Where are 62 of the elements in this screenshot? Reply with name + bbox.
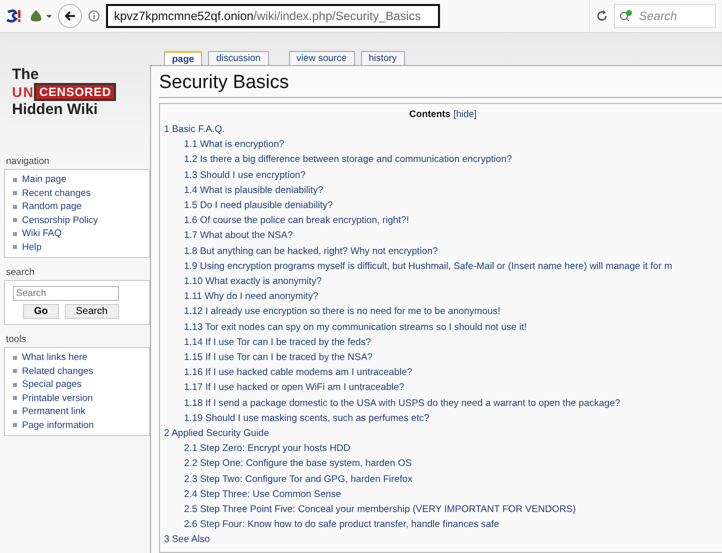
- search-button[interactable]: Search: [64, 304, 119, 319]
- sidebar-link[interactable]: Main page: [13, 173, 149, 186]
- toc-link[interactable]: 2.4 Step Three: Use Common Sense: [164, 486, 722, 502]
- sidebar-link[interactable]: Related changes: [13, 364, 149, 378]
- search-field[interactable]: Search: [614, 4, 716, 28]
- toc-link[interactable]: 1.8 But anything can be hacked, right? Why not encryption?: [164, 244, 722, 259]
- toc-link[interactable]: 2.5 Step Three Point Five: Conceal your membership (VERY IMPORTANT FOR VENDORS): [164, 502, 722, 518]
- page-tab[interactable]: history: [360, 51, 405, 65]
- toc-link[interactable]: 1.1 What is encryption?: [164, 137, 722, 152]
- toc-link[interactable]: 1.15 If I use Tor can I be traced by the NSA?: [164, 350, 722, 366]
- toc-link[interactable]: 1.18 If I send a package domestic to the USA with USPS do they need a warrant to open the package?: [164, 396, 722, 411]
- toc-link[interactable]: 2 Applied Security Guide: [164, 426, 722, 442]
- toc-link[interactable]: 1.19 Should I use masking scents, such as perfumes etc?: [164, 410, 722, 426]
- info-icon[interactable]: [88, 10, 100, 22]
- sidebar-link[interactable]: Help: [13, 240, 149, 254]
- toc-link[interactable]: 1.4 What is plausible deniability?: [164, 182, 722, 198]
- portal-heading: search: [6, 267, 36, 278]
- toc-link[interactable]: 1.6 Of course the police can break encryption, right?!: [164, 213, 722, 228]
- toc-link[interactable]: 1.3 Should I use encryption?: [164, 168, 722, 183]
- toc-title: Contents: [409, 109, 450, 120]
- hide-link[interactable]: [hide]: [453, 109, 477, 120]
- toc-link[interactable]: 2.1 Step Zero: Encrypt your hosts HDD: [164, 441, 722, 456]
- page-tab[interactable]: discussion: [208, 51, 269, 65]
- toc-link[interactable]: 1.2 Is there a big difference between storage and communication encryption?: [164, 152, 722, 168]
- toc-link[interactable]: 1.9 Using encryption programs myself is difficult, but Hushmail, Safe-Mail or (Insert name here) will manage it for m: [164, 258, 722, 274]
- toc-link[interactable]: 1.7 What about the NSA?: [164, 228, 722, 244]
- toc-link[interactable]: 1.11 Why do I need anonymity?: [164, 289, 722, 304]
- sidebar-link[interactable]: Special pages: [13, 378, 149, 392]
- search-input[interactable]: Search: [637, 8, 701, 24]
- go-button[interactable]: Go: [23, 304, 59, 319]
- toc-link[interactable]: 2.3 Step Two: Configure Tor and GPG, harden Firefox: [164, 472, 722, 487]
- sidebar-link[interactable]: Page information: [13, 418, 149, 432]
- toc-link[interactable]: 1.5 Do I need plausible deniability?: [164, 198, 722, 214]
- toc-link[interactable]: 1.17 If I use hacked or open WiFi am I untraceable?: [164, 380, 722, 396]
- toc-link[interactable]: 2.6 Step Four: Know how to do safe product transfer, handle finances safe: [164, 517, 722, 532]
- back-arrow-icon: [64, 10, 76, 22]
- toc-link[interactable]: 1.13 Tor exit nodes can spy on my communication streams so I should not use it!: [164, 320, 722, 335]
- sidebar-link[interactable]: Printable version: [13, 392, 149, 405]
- toc-link[interactable]: 1.14 If I use Tor can I be traced by the feds?: [164, 334, 722, 350]
- toc-link[interactable]: 3 See Also: [164, 532, 722, 548]
- portal-heading: tools: [6, 334, 28, 345]
- page-tab[interactable]: view source: [288, 51, 355, 65]
- portal-heading: navigation: [6, 156, 50, 167]
- sidebar-link[interactable]: Permanent link: [13, 405, 149, 418]
- toc-link[interactable]: 2.2 Step One: Configure the base system, harden OS: [164, 456, 722, 472]
- search-icon: [619, 10, 633, 22]
- search-input[interactable]: Search: [13, 286, 119, 301]
- toc-link[interactable]: 1.12 I already use encryption so there is no need for me to be anonymous!: [164, 304, 722, 320]
- reload-icon[interactable]: [596, 10, 608, 22]
- toc-link[interactable]: 1.10 What exactly is anonymity?: [164, 274, 722, 290]
- address-bar[interactable]: kpvz7kpmcmne52qf.onion/wiki/index.php/Security_Basics: [106, 4, 440, 28]
- sidebar-link[interactable]: Wiki FAQ: [13, 227, 149, 240]
- page-tab[interactable]: page: [164, 51, 202, 65]
- toc-link[interactable]: 1.16 If I use hacked cable modems am I untraceable?: [164, 365, 722, 380]
- sidebar-link[interactable]: Censorship Policy: [13, 214, 149, 227]
- sidebar-link[interactable]: Recent changes: [13, 186, 149, 200]
- sidebar-link[interactable]: What links here: [13, 351, 149, 364]
- page-title: Security Basics: [159, 72, 722, 98]
- back-button[interactable]: [58, 4, 82, 28]
- sidebar-link[interactable]: Random page: [13, 200, 149, 214]
- toc-link[interactable]: 1 Basic F.A.Q.: [164, 122, 722, 138]
- wiki-logo[interactable]: The UN CENSORED Hidden Wiki: [4, 39, 150, 147]
